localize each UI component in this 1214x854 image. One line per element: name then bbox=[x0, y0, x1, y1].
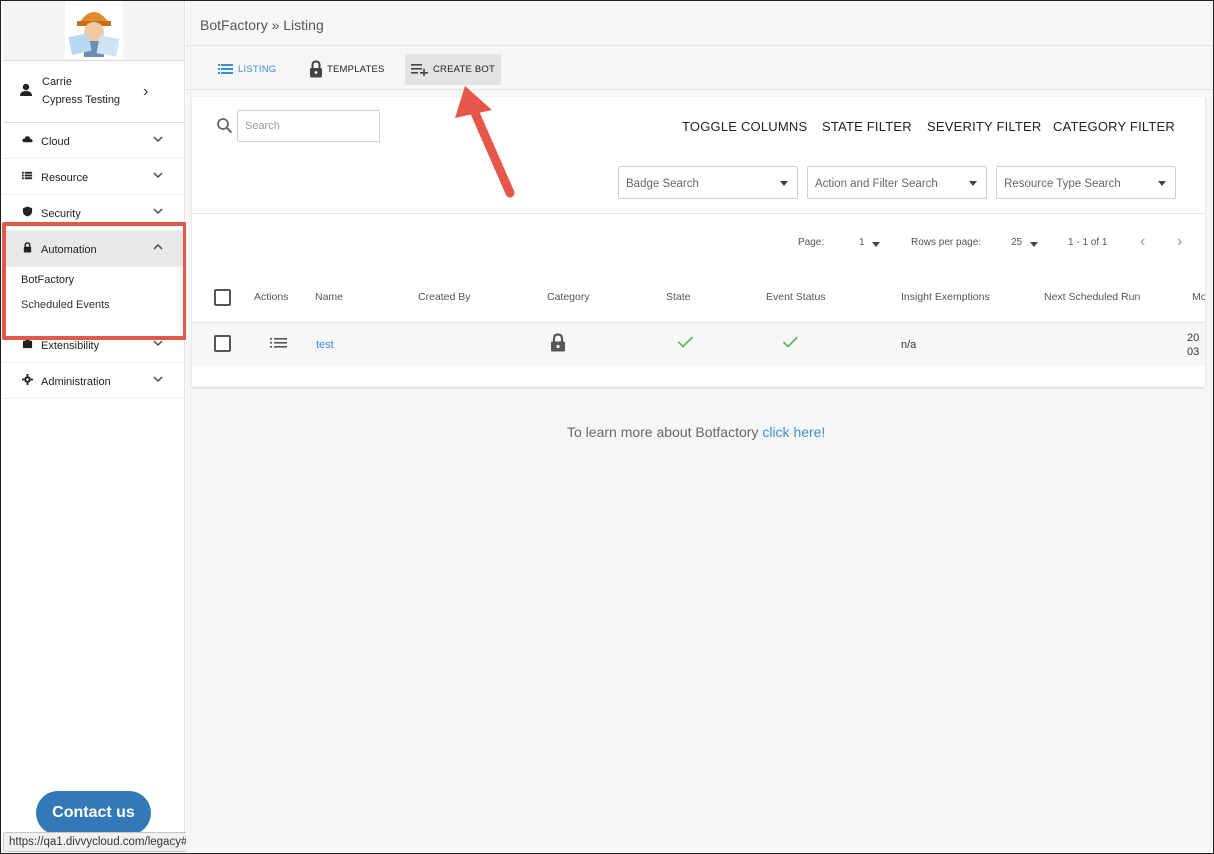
column-header-insight-exemptions[interactable]: Insight Exemptions bbox=[901, 291, 990, 303]
chevron-down-icon bbox=[153, 340, 163, 346]
shield-icon bbox=[22, 206, 33, 217]
column-header-name[interactable]: Name bbox=[315, 291, 343, 303]
caret-down-icon bbox=[872, 242, 880, 247]
tab-templates-label: TEMPLATES bbox=[327, 64, 385, 75]
lock-icon bbox=[23, 242, 32, 253]
tab-listing-label: LISTING bbox=[238, 64, 277, 75]
state-filter-button[interactable]: STATE FILTER bbox=[822, 119, 912, 134]
user-menu[interactable]: Carrie Cypress Testing › bbox=[3, 61, 184, 123]
column-header-created-by[interactable]: Created By bbox=[418, 291, 471, 303]
logo[interactable] bbox=[65, 1, 123, 59]
tab-create-bot[interactable]: CREATE BOT bbox=[405, 54, 501, 85]
select-placeholder: Badge Search bbox=[626, 178, 699, 190]
tab-bar: LISTING TEMPLATES CREATE BOT bbox=[186, 46, 1213, 90]
sidebar-subitem-botfactory[interactable]: BotFactory bbox=[3, 267, 184, 292]
prev-page-icon[interactable]: ‹ bbox=[1140, 233, 1145, 251]
caret-down-icon bbox=[1158, 181, 1166, 186]
severity-filter-button[interactable]: SEVERITY FILTER bbox=[927, 119, 1042, 134]
person-icon bbox=[20, 83, 32, 96]
column-header-actions[interactable]: Actions bbox=[254, 291, 288, 303]
sidebar-item-administration[interactable]: Administration bbox=[3, 363, 184, 399]
listing-card: TOGGLE COLUMNS STATE FILTER SEVERITY FIL… bbox=[192, 97, 1205, 387]
next-page-icon[interactable]: › bbox=[1177, 233, 1182, 251]
select-all-checkbox[interactable] bbox=[214, 289, 231, 306]
divider bbox=[192, 213, 1205, 214]
learn-more-text: To learn more about Botfactory click her… bbox=[567, 424, 825, 440]
puzzle-icon bbox=[22, 338, 33, 349]
page-label: Page: bbox=[798, 237, 825, 248]
rows-per-page-label: Rows per page: bbox=[911, 237, 982, 248]
insight-exemptions-value: n/a bbox=[901, 339, 917, 351]
chevron-up-icon bbox=[153, 244, 163, 250]
sidebar-item-label: Security bbox=[41, 208, 81, 220]
search-icon bbox=[217, 118, 233, 134]
lock-icon bbox=[551, 333, 565, 352]
category-filter-button[interactable]: CATEGORY FILTER bbox=[1053, 119, 1175, 134]
column-header-category[interactable]: Category bbox=[547, 291, 590, 303]
sidebar: Carrie Cypress Testing › Cloud Resource … bbox=[3, 1, 185, 852]
user-name: Carrie bbox=[42, 76, 72, 88]
select-placeholder: Action and Filter Search bbox=[815, 178, 938, 190]
gear-icon bbox=[22, 374, 33, 385]
sidebar-item-label: Administration bbox=[41, 376, 111, 388]
subitem-label: BotFactory bbox=[21, 274, 75, 286]
badge-search-select[interactable]: Badge Search bbox=[618, 166, 798, 199]
breadcrumb: BotFactory » Listing bbox=[200, 17, 324, 33]
contact-us-button[interactable]: Contact us bbox=[36, 791, 151, 835]
sidebar-item-label: Resource bbox=[41, 172, 89, 184]
page-range: 1 - 1 of 1 bbox=[1068, 237, 1108, 248]
top-bar: BotFactory » Listing bbox=[186, 1, 1213, 46]
subitem-label: Scheduled Events bbox=[21, 299, 110, 311]
learn-more-link[interactable]: click here! bbox=[762, 424, 825, 440]
playlist-add-icon bbox=[411, 64, 428, 77]
cloud-icon bbox=[22, 136, 33, 143]
tab-create-label: CREATE BOT bbox=[433, 64, 495, 75]
select-placeholder: Resource Type Search bbox=[1004, 178, 1121, 190]
column-header-event-status[interactable]: Event Status bbox=[766, 291, 826, 303]
caret-down-icon bbox=[969, 181, 977, 186]
column-header-next-scheduled-run[interactable]: Next Scheduled Run bbox=[1044, 291, 1140, 303]
list-icon bbox=[22, 171, 33, 180]
column-header-state[interactable]: State bbox=[666, 291, 691, 303]
sidebar-subitem-scheduled-events[interactable]: Scheduled Events bbox=[3, 292, 184, 317]
check-icon bbox=[782, 336, 799, 348]
bot-name-link[interactable]: test bbox=[316, 339, 334, 351]
resource-type-search-select[interactable]: Resource Type Search bbox=[996, 166, 1176, 199]
tab-templates[interactable]: TEMPLATES bbox=[303, 54, 391, 85]
tab-listing[interactable]: LISTING bbox=[212, 54, 282, 85]
chevron-down-icon bbox=[153, 376, 163, 382]
list-icon bbox=[218, 64, 233, 75]
sidebar-item-automation[interactable]: Automation bbox=[3, 231, 184, 267]
user-org: Cypress Testing bbox=[42, 94, 121, 106]
sidebar-item-security[interactable]: Security bbox=[3, 195, 184, 231]
search-input[interactable] bbox=[237, 110, 380, 142]
table-row[interactable]: test n/a 20 03 bbox=[192, 322, 1205, 366]
toggle-columns-button[interactable]: TOGGLE COLUMNS bbox=[682, 119, 807, 134]
caret-down-icon bbox=[1030, 242, 1038, 247]
column-header-modified[interactable]: Mo bbox=[1192, 291, 1205, 303]
logo-area bbox=[3, 1, 184, 61]
lock-icon bbox=[310, 60, 322, 78]
modified-value-line1: 20 bbox=[1187, 332, 1200, 344]
chevron-down-icon bbox=[153, 172, 163, 178]
sidebar-item-extensibility[interactable]: Extensibility bbox=[3, 327, 184, 363]
chevron-right-icon: › bbox=[143, 83, 149, 100]
page-select[interactable]: 1 bbox=[859, 237, 865, 248]
chevron-down-icon bbox=[153, 136, 163, 142]
row-actions-icon[interactable] bbox=[270, 337, 287, 349]
row-checkbox[interactable] bbox=[214, 335, 231, 352]
chevron-down-icon bbox=[153, 208, 163, 214]
check-icon bbox=[677, 336, 694, 348]
sidebar-item-cloud[interactable]: Cloud bbox=[3, 123, 184, 159]
rows-per-page-select[interactable]: 25 bbox=[1011, 237, 1022, 248]
caret-down-icon bbox=[780, 181, 788, 186]
learn-more-label: To learn more about Botfactory bbox=[567, 424, 759, 440]
sidebar-item-label: Automation bbox=[41, 244, 97, 256]
sidebar-item-label: Cloud bbox=[41, 136, 70, 148]
action-filter-search-select[interactable]: Action and Filter Search bbox=[807, 166, 987, 199]
sidebar-item-resource[interactable]: Resource bbox=[3, 159, 184, 195]
sidebar-item-label: Extensibility bbox=[41, 340, 100, 352]
modified-value-line2: 03 bbox=[1187, 346, 1200, 358]
